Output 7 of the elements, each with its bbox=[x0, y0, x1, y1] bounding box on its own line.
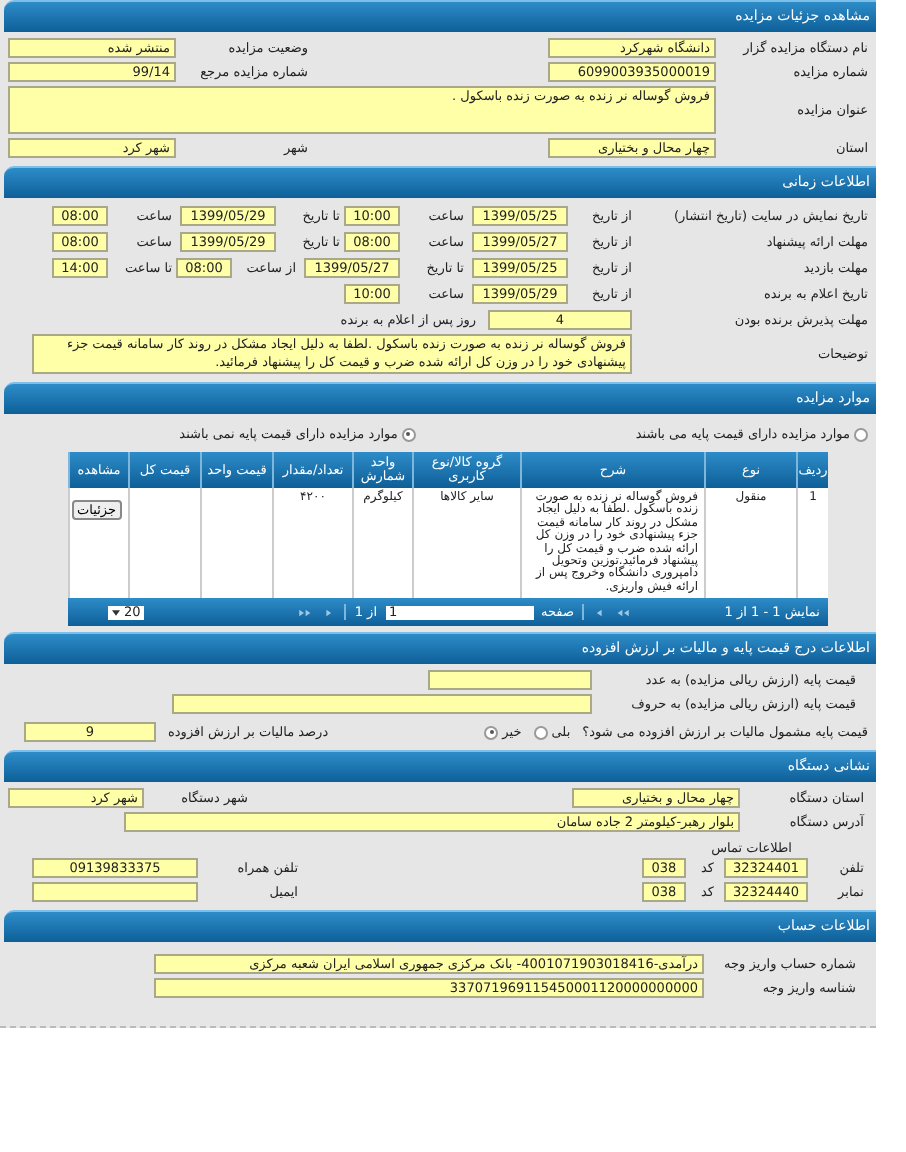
last-page-icon[interactable] bbox=[296, 607, 313, 618]
text-field[interactable] bbox=[32, 882, 198, 903]
first-page-icon[interactable] bbox=[616, 607, 632, 618]
text-field[interactable] bbox=[172, 694, 592, 715]
text-field[interactable] bbox=[428, 670, 592, 691]
previous-page-icon[interactable] bbox=[592, 607, 608, 618]
caret-icon bbox=[112, 609, 120, 616]
